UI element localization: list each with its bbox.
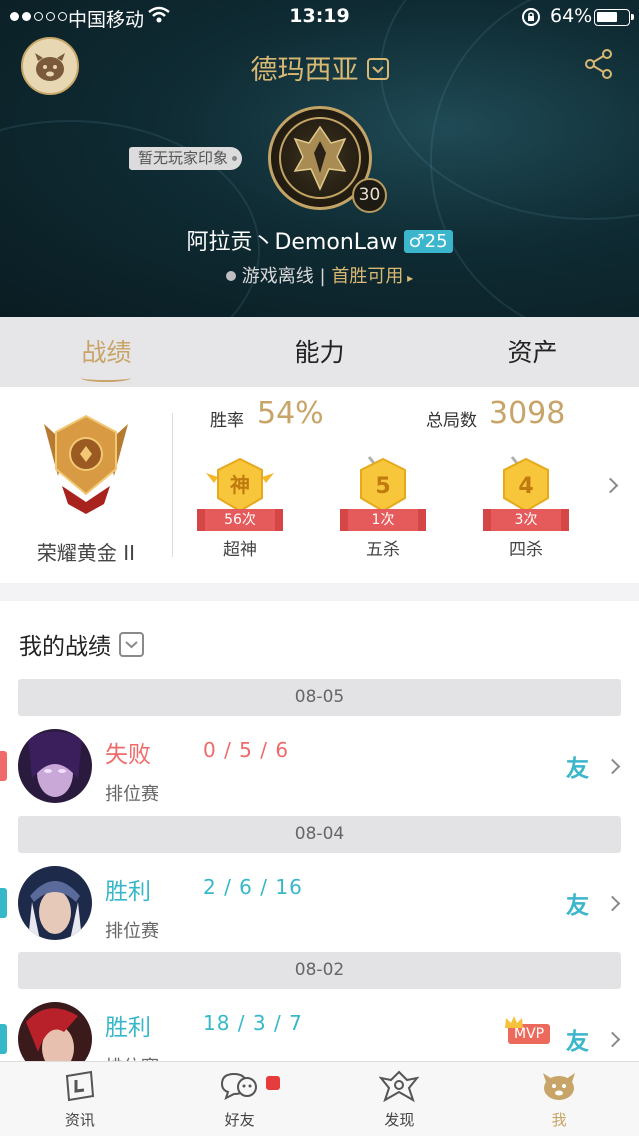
honor-name: 四杀: [509, 540, 543, 560]
match-history-header[interactable]: 我的战绩: [19, 627, 144, 661]
total-games-label: 总局数: [426, 411, 477, 431]
summoner-level: 30: [352, 178, 387, 213]
match-kda: 2 / 6 / 16: [203, 875, 303, 899]
match-row[interactable]: 失败 0 / 5 / 6 排位赛 友: [0, 721, 639, 821]
profile-header: 中国移动 13:19 64% 德玛西亚 暂无玩家印象 30 阿拉贡丶DemonL…: [0, 0, 639, 317]
notification-badge: [265, 1076, 280, 1090]
online-status: 游戏离线: [241, 266, 314, 287]
date-separator: 08-02: [18, 952, 621, 989]
hero-avatar: [18, 729, 92, 803]
player-name: 阿拉贡丶DemonLaw: [186, 230, 398, 255]
battery-percent: 64%: [550, 5, 593, 27]
result-indicator: [0, 888, 7, 918]
clock: 13:19: [289, 5, 350, 27]
nav-me[interactable]: 我: [479, 1062, 639, 1136]
crown-icon: [504, 1014, 524, 1033]
chevron-right-icon: [604, 895, 621, 912]
section-title: 我的战绩: [19, 634, 111, 660]
honor-count: 1次: [340, 509, 426, 531]
bottom-nav: 资讯 好友 发现 我: [0, 1061, 639, 1136]
match-row[interactable]: 胜利 2 / 6 / 16 排位赛 友: [0, 858, 639, 958]
rotation-lock-icon: [521, 7, 541, 32]
chevron-right-icon: [604, 1031, 621, 1048]
legendary-badge-icon: 神: [206, 457, 274, 513]
battery-icon: [594, 9, 634, 26]
share-button[interactable]: [584, 48, 614, 84]
match-kda: 0 / 5 / 6: [203, 738, 290, 762]
match-mode: 排位赛: [105, 784, 159, 805]
pentakill-badge-icon: 5: [360, 456, 406, 513]
match-mode: 排位赛: [105, 921, 159, 942]
match-history-panel: 我的战绩 08-05 失败 0 / 5 / 6 排位赛 友 08-04 胜利 2…: [0, 601, 639, 1061]
rank-panel[interactable]: 荣耀黄金 II 胜率 54% 总局数 3098 神 56次 超神 5 1次 五杀…: [0, 387, 639, 583]
discover-icon: [378, 1070, 420, 1103]
gender-age-badge: ♂25: [403, 230, 453, 253]
chevron-down-icon: [366, 57, 389, 80]
online-status-line: 游戏离线 | 首胜可用 ▸: [0, 262, 639, 288]
player-info: 阿拉贡丶DemonLaw ♂25: [0, 224, 639, 256]
server-name: 德玛西亚: [250, 55, 359, 86]
status-separator: |: [319, 266, 326, 287]
match-result: 胜利: [105, 879, 151, 905]
offline-dot-icon: [225, 271, 236, 281]
chevron-right-icon: [604, 758, 621, 775]
tab-ability[interactable]: 能力: [213, 317, 426, 387]
friend-badge: 友: [566, 1029, 589, 1055]
nav-friends[interactable]: 好友: [160, 1062, 320, 1136]
hero-avatar: [18, 1002, 92, 1061]
honor-glyph: 4: [518, 474, 533, 499]
rank-badge-icon: [36, 404, 136, 523]
honor-count: 56次: [197, 509, 283, 531]
honor-name: 五杀: [366, 540, 400, 560]
me-icon: [543, 1073, 576, 1100]
result-indicator: [0, 751, 7, 781]
honor-glyph: 5: [375, 474, 390, 499]
honor-legendary[interactable]: 神 56次 超神: [197, 455, 283, 560]
nav-label: 好友: [224, 1111, 255, 1129]
match-result: 胜利: [105, 1015, 151, 1041]
news-icon: [65, 1070, 94, 1102]
friends-icon: [220, 1072, 257, 1100]
friend-badge: 友: [566, 756, 589, 782]
nav-label: 发现: [384, 1111, 415, 1129]
tab-assets[interactable]: 资产: [426, 317, 639, 387]
nav-label: 我: [551, 1111, 567, 1129]
profile-tabs: 战绩 能力 资产: [0, 317, 639, 387]
tab-record[interactable]: 战绩: [0, 317, 213, 387]
win-rate-label: 胜率: [210, 411, 244, 431]
honor-pentakill[interactable]: 5 1次 五杀: [340, 455, 426, 560]
chevron-down-icon: [119, 632, 144, 657]
total-games-value: 3098: [489, 396, 566, 431]
match-mode: 排位赛: [105, 1053, 159, 1061]
win-rate-value: 54%: [257, 396, 324, 431]
nav-news[interactable]: 资讯: [0, 1062, 160, 1136]
share-icon: [585, 49, 612, 79]
honor-glyph: 神: [230, 473, 250, 497]
result-indicator: [0, 1024, 7, 1054]
match-row[interactable]: 胜利 18 / 3 / 7 排位赛 MVP 友: [0, 994, 639, 1061]
first-win-link[interactable]: 首胜可用: [331, 266, 403, 287]
quadrakill-badge-icon: 4: [503, 456, 549, 513]
hero-avatar: [18, 866, 92, 940]
honor-name: 超神: [223, 540, 257, 560]
server-selector[interactable]: 德玛西亚: [0, 48, 639, 87]
rank-tier-label: 荣耀黄金 II: [36, 541, 136, 565]
status-bar: 中国移动 13:19 64%: [0, 0, 639, 34]
honor-quadrakill[interactable]: 4 3次 四杀: [483, 455, 569, 560]
impression-tag[interactable]: 暂无玩家印象: [129, 147, 243, 170]
date-separator: 08-05: [18, 679, 621, 716]
match-kda: 18 / 3 / 7: [203, 1011, 303, 1035]
chevron-right-icon[interactable]: [602, 477, 619, 494]
caret-right-icon: ▸: [403, 271, 414, 285]
nav-discover[interactable]: 发现: [320, 1062, 480, 1136]
honor-count: 3次: [483, 509, 569, 531]
friend-badge: 友: [566, 893, 589, 919]
match-result: 失败: [105, 742, 151, 768]
divider: [172, 413, 173, 557]
date-separator: 08-04: [18, 816, 621, 853]
nav-label: 资讯: [64, 1111, 95, 1129]
